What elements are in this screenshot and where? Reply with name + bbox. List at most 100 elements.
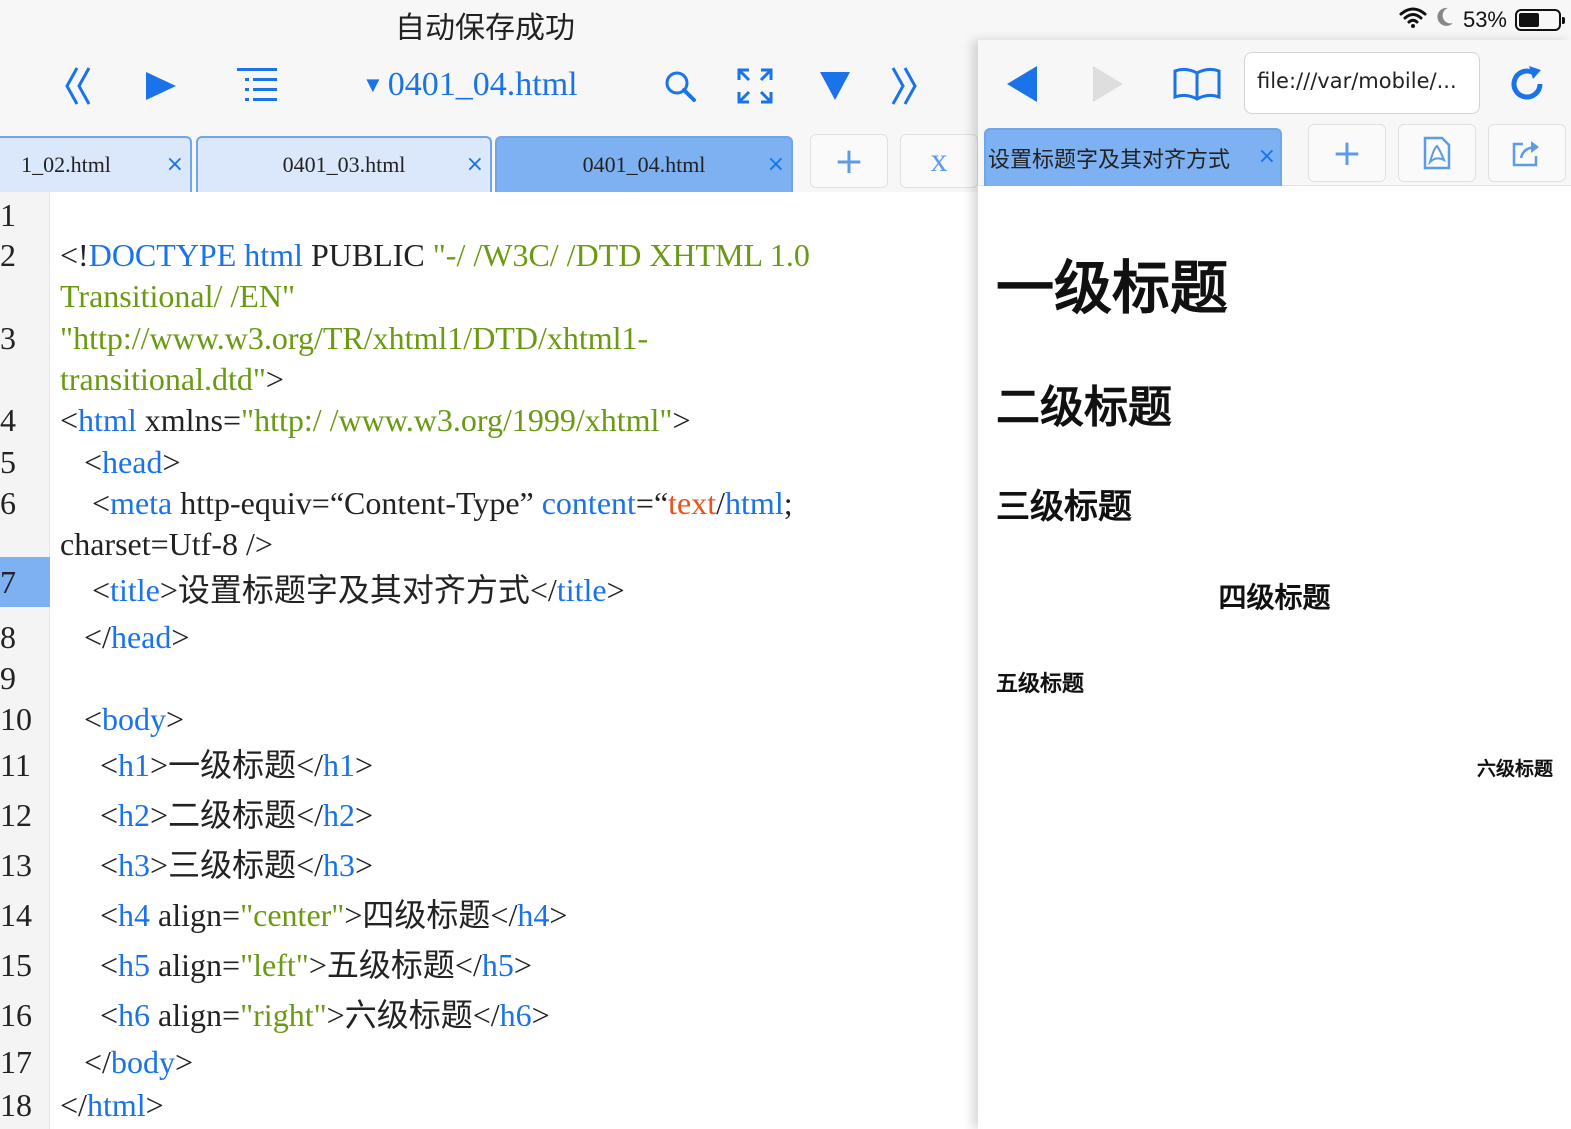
- double-right-chevron-icon: [891, 67, 917, 105]
- code-token-tag: body: [102, 701, 167, 737]
- reload-button[interactable]: [1506, 60, 1548, 108]
- code-token-tag: meta: [110, 485, 173, 521]
- line-number: 3: [0, 320, 16, 356]
- heading-1: 一级标题: [996, 254, 1229, 322]
- code-token: align=: [150, 997, 241, 1033]
- code-token: align=: [150, 897, 241, 933]
- close-all-tabs-button[interactable]: x: [900, 134, 978, 188]
- code-token: >: [531, 997, 550, 1033]
- new-browser-tab-button[interactable]: +: [1308, 124, 1386, 182]
- forward-button[interactable]: [1088, 60, 1128, 108]
- code-line: Transitional/ /EN": [60, 278, 295, 314]
- code-line: <html xmlns="http:/ /www.w3.org/1999/xht…: [60, 402, 691, 438]
- code-token: >: [355, 847, 374, 883]
- down-triangle-icon: [820, 72, 850, 100]
- code-editor[interactable]: 1 2 3 4 5 6 7 8 9 10 11 12 13 14 15 16 17 18 <!DOCTYPE ht…: [0, 192, 978, 1129]
- code-token-tag: html: [78, 402, 137, 438]
- code-line: <h3>三级标题</h3>: [60, 847, 373, 883]
- tab-label: 0401_03.html: [282, 152, 406, 177]
- rendered-page: 一级标题 二级标题 三级标题 四级标题 五级标题 六级标题: [978, 186, 1571, 1129]
- prev-file-button[interactable]: [58, 62, 98, 110]
- add-tab-button[interactable]: +: [810, 134, 888, 188]
- code-token: >: [265, 361, 284, 397]
- code-token: >: [145, 1087, 164, 1123]
- code-token: <: [60, 847, 119, 883]
- code-line: charset=Utf-8 />: [60, 526, 273, 562]
- code-token: xmlns=: [136, 402, 241, 438]
- code-token: align=: [150, 947, 241, 983]
- code-token-tag: h2: [323, 797, 356, 833]
- address-bar[interactable]: file:///var/mobile/...: [1244, 52, 1480, 114]
- code-line: </html>: [60, 1087, 164, 1123]
- tab-close-icon[interactable]: ×: [166, 152, 184, 177]
- line-number: 4: [0, 402, 16, 438]
- code-token-tag: head: [110, 619, 172, 655]
- moon-icon: [1435, 6, 1455, 34]
- line-number: 14: [0, 897, 32, 933]
- code-line: <head>: [60, 444, 181, 480]
- editor-tab[interactable]: 1_02.html ×: [0, 136, 192, 192]
- code-token: <: [60, 572, 111, 608]
- code-token-str: "left": [240, 947, 309, 983]
- fullscreen-button[interactable]: [735, 62, 775, 110]
- code-token-tag: html: [86, 1087, 146, 1123]
- code-token: >: [174, 1044, 193, 1080]
- code-token-tag: content: [541, 485, 636, 521]
- export-pdf-button[interactable]: [1398, 124, 1476, 182]
- code-token-tag: h3: [323, 847, 356, 883]
- editor-tab[interactable]: 0401_03.html ×: [196, 136, 492, 192]
- next-file-button[interactable]: [884, 62, 924, 110]
- code-line: <h4 align="center">四级标题</h4>: [60, 897, 567, 933]
- status-bar: 自动保存成功 53%: [0, 0, 1571, 46]
- file-selector[interactable]: ▼ 0401_04.html: [362, 66, 578, 104]
- code-token-tag: h1: [118, 747, 151, 783]
- code-token-tag: title: [110, 572, 160, 608]
- code-token-str: "http://www.w3.org/TR/xhtml1/DTD/xhtml1-: [60, 320, 649, 356]
- code-token-str: "http:/ /www.w3.org/1999/xhtml": [241, 402, 673, 438]
- code-line: transitional.dtd">: [60, 361, 284, 397]
- code-token: <: [60, 701, 103, 737]
- browser-toolbar: file:///var/mobile/...: [978, 40, 1571, 130]
- run-button[interactable]: [140, 62, 180, 110]
- share-button[interactable]: [1488, 124, 1566, 182]
- tab-close-icon[interactable]: ×: [767, 152, 785, 177]
- tab-close-icon[interactable]: ×: [466, 152, 484, 177]
- code-line: <h5 align="left">五级标题</h5>: [60, 947, 532, 983]
- editor-tab-active[interactable]: 0401_04.html ×: [495, 136, 793, 192]
- bookmarks-button[interactable]: [1172, 60, 1222, 108]
- tab-label: 1_02.html: [21, 152, 111, 177]
- line-number-gutter: 1 2 3 4 5 6 7 8 9 10 11 12 13 14 15 16 17 18: [0, 192, 50, 1129]
- code-token-tag: h1: [323, 747, 356, 783]
- play-icon: [146, 72, 176, 100]
- code-token: >: [162, 444, 181, 480]
- tab-label: 0401_04.html: [582, 152, 706, 177]
- code-token: >设置标题字及其对齐方式</: [159, 572, 557, 608]
- code-token: <: [60, 402, 79, 438]
- code-token: >: [171, 619, 190, 655]
- code-token: >: [166, 701, 185, 737]
- back-button[interactable]: [1002, 60, 1042, 108]
- code-token-kw: text: [668, 485, 717, 521]
- line-number: 17: [0, 1044, 32, 1080]
- code-token-tag: head: [102, 444, 163, 480]
- menu-button[interactable]: [815, 62, 855, 110]
- line-number: 7: [0, 557, 50, 607]
- outline-button[interactable]: [234, 62, 280, 110]
- code-token: http-equiv=“Content-Type”: [172, 485, 542, 521]
- code-token: <: [60, 485, 111, 521]
- code-line: </body>: [60, 1044, 193, 1080]
- code-token-tag: h5: [481, 947, 514, 983]
- code-line: <h2>二级标题</h2>: [60, 797, 373, 833]
- code-token: =“: [635, 485, 669, 521]
- line-number: 15: [0, 947, 32, 983]
- search-button[interactable]: [660, 62, 700, 110]
- code-token: PUBLIC: [302, 237, 433, 273]
- line-number: 6: [0, 485, 16, 521]
- code-token: <: [60, 947, 119, 983]
- code-token-tag: h6: [499, 997, 532, 1033]
- browser-tab-active[interactable]: 设置标题字及其对齐方式 ×: [984, 128, 1282, 186]
- tab-close-icon[interactable]: ×: [1258, 144, 1276, 169]
- code-token: <: [60, 747, 119, 783]
- code-token-tag: h4: [118, 897, 151, 933]
- code-token-tag: DOCTYPE html: [88, 237, 303, 273]
